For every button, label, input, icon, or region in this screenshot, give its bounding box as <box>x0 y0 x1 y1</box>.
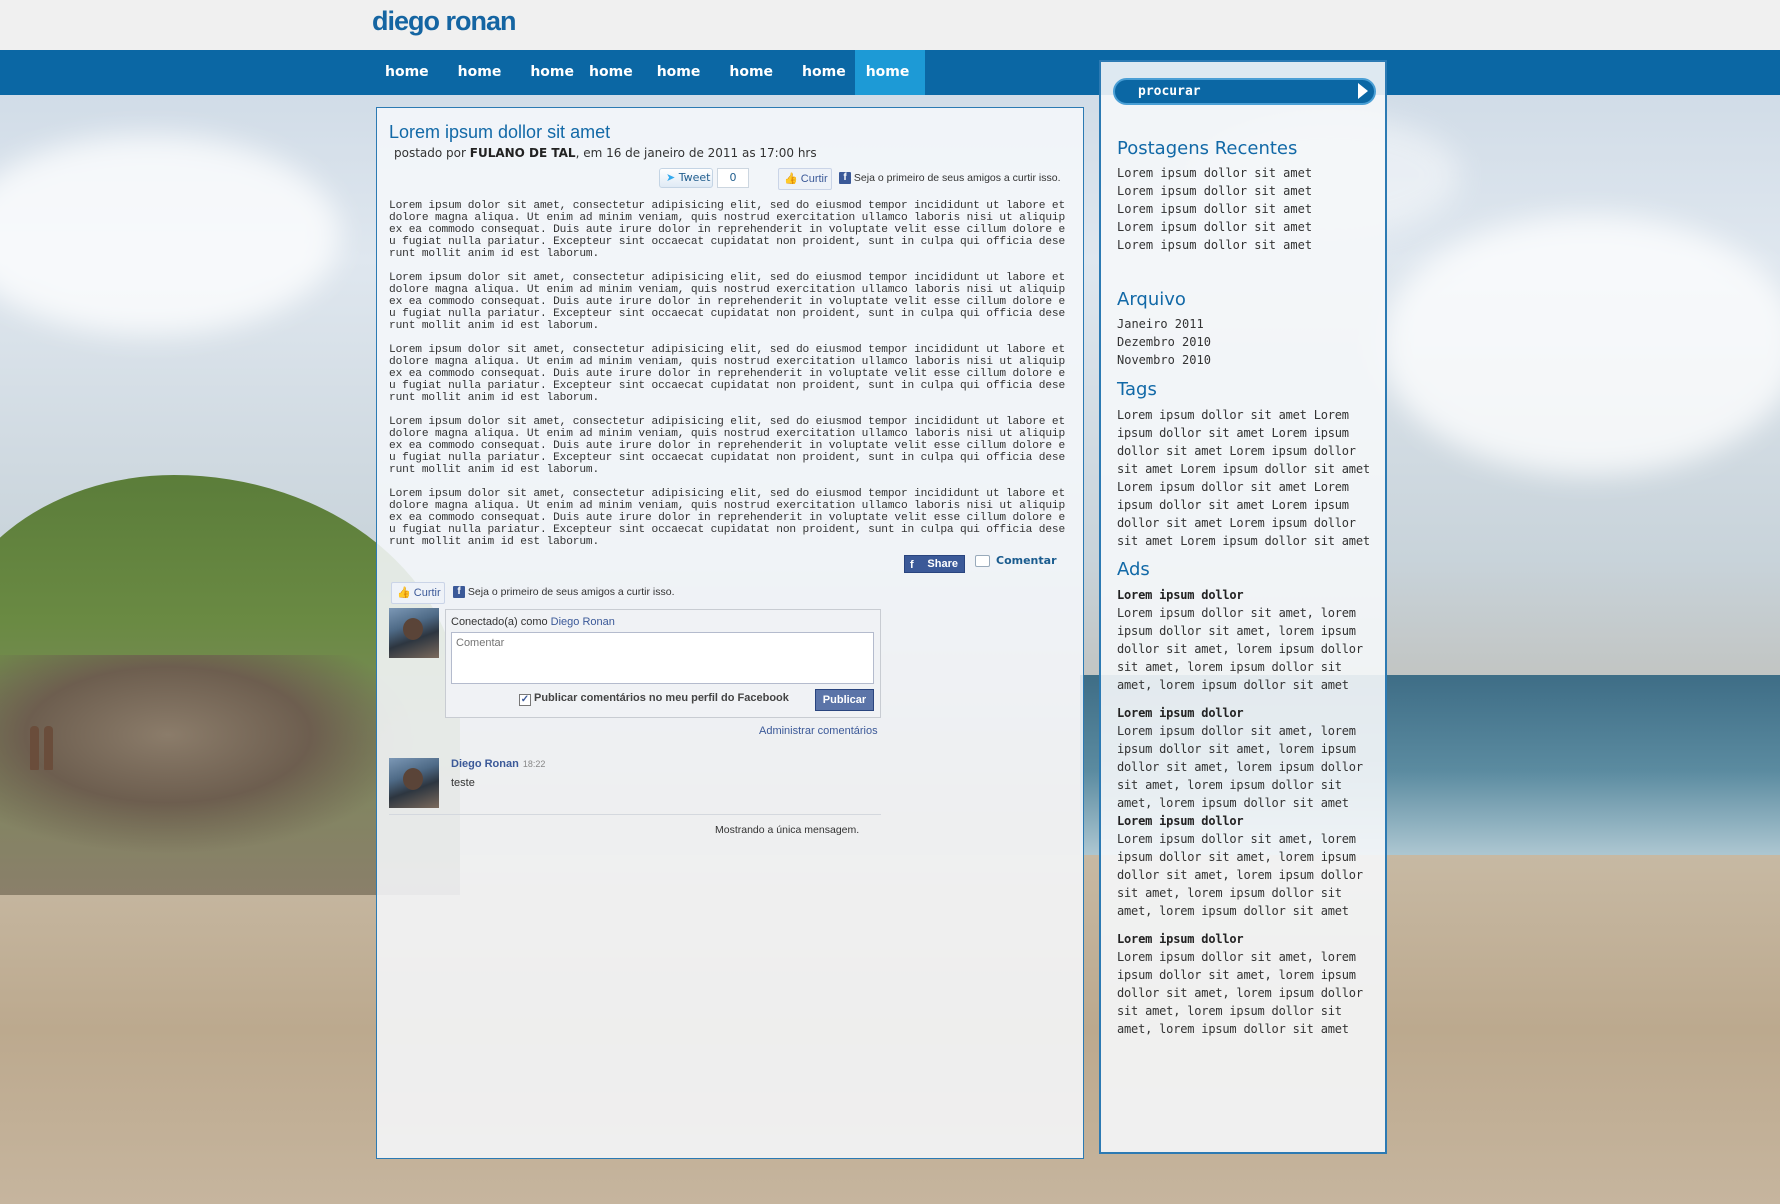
comments-like-social-text: f Seja o primeiro de seus amigos a curti… <box>453 586 675 599</box>
ad-title[interactable]: Lorem ipsum dollor <box>1117 586 1377 604</box>
like-label: Curtir <box>413 587 441 599</box>
recent-post-link[interactable]: Lorem ipsum dollor sit amet <box>1117 164 1377 182</box>
like-social-text: f Seja o primeiro de seus amigos a curti… <box>839 172 1061 185</box>
nav-item-home-2[interactable]: home <box>438 50 511 95</box>
archive-list: Janeiro 2011 Dezembro 2010 Novembro 2010 <box>1117 315 1377 369</box>
nav-item-home-7[interactable]: home <box>782 50 855 95</box>
avatar <box>389 608 439 658</box>
nav-item-home-active[interactable]: home <box>854 50 926 95</box>
tags-heading: Tags <box>1117 379 1157 400</box>
facebook-like-button[interactable]: 👍 Curtir <box>778 168 832 190</box>
top-bar: diego ronan <box>0 0 1780 50</box>
connected-user-link[interactable]: Diego Ronan <box>551 616 615 628</box>
twitter-bird-icon: ➤ <box>666 171 676 184</box>
ads-heading: Ads <box>1117 559 1150 580</box>
recent-posts-list: Lorem ipsum dollor sit amet Lorem ipsum … <box>1117 164 1377 254</box>
tweet-label: Tweet <box>678 171 711 184</box>
facebook-icon: f <box>453 586 465 599</box>
tweet-button[interactable]: ➤ Tweet <box>659 168 713 188</box>
nav-item-home-6[interactable]: home <box>709 50 782 95</box>
main-nav: home home home home home home home home <box>376 50 926 95</box>
sidebar: procurar Postagens Recentes Lorem ipsum … <box>1099 60 1387 1154</box>
ad-body: Lorem ipsum dollor sit amet, lorem ipsum… <box>1117 832 1363 918</box>
post-body: Lorem ipsum dolor sit amet, consectetur … <box>389 200 1069 560</box>
ad-body: Lorem ipsum dollor sit amet, lorem ipsum… <box>1117 606 1363 692</box>
recent-post-link[interactable]: Lorem ipsum dollor sit amet <box>1117 218 1377 236</box>
comment-text: teste <box>451 777 475 789</box>
connected-prefix: Conectado(a) como <box>451 616 551 628</box>
facebook-like-button-comments[interactable]: 👍 Curtir <box>391 582 445 604</box>
people-on-beach <box>26 720 62 770</box>
share-label: Share <box>927 558 958 570</box>
divider <box>389 814 881 815</box>
post-meta-prefix: postado por <box>394 146 470 160</box>
search-bar[interactable]: procurar <box>1113 78 1376 105</box>
thumbs-up-icon: 👍 <box>784 173 798 185</box>
post-meta-suffix: , em 16 de janeiro de 2011 as 17:00 hrs <box>575 146 817 160</box>
nav-item-home-4[interactable]: home <box>583 50 642 95</box>
comments-count-footer: Mostrando a única mensagem. <box>715 824 860 836</box>
site-logo[interactable]: diego ronan <box>372 6 516 37</box>
like-label: Curtir <box>800 173 828 185</box>
post-meta: postado por FULANO DE TAL, em 16 de jane… <box>394 146 817 160</box>
post-paragraph: Lorem ipsum dolor sit amet, consectetur … <box>389 200 1066 260</box>
post-paragraph: Lorem ipsum dolor sit amet, consectetur … <box>389 416 1066 476</box>
recent-post-link[interactable]: Lorem ipsum dollor sit amet <box>1117 200 1377 218</box>
facebook-share-button[interactable]: f Share <box>904 555 965 573</box>
comment-link[interactable]: Comentar <box>975 554 1057 567</box>
comment-link-label: Comentar <box>996 554 1057 567</box>
like-social-label: Seja o primeiro de seus amigos a curtir … <box>853 172 1061 184</box>
ad-title[interactable]: Lorem ipsum dollor <box>1117 704 1377 722</box>
archive-heading: Arquivo <box>1117 289 1186 310</box>
comment-avatar <box>389 758 439 808</box>
post-paragraph: Lorem ipsum dolor sit amet, consectetur … <box>389 488 1066 548</box>
archive-link[interactable]: Janeiro 2011 <box>1117 315 1377 333</box>
tags-cloud[interactable]: Lorem ipsum dollor sit amet Lorem ipsum … <box>1117 406 1377 550</box>
comment-input[interactable] <box>451 632 874 684</box>
post-title[interactable]: Lorem ipsum dollor sit amet <box>389 122 610 143</box>
search-label: procurar <box>1138 84 1201 99</box>
recent-post-link[interactable]: Lorem ipsum dollor sit amet <box>1117 236 1377 254</box>
comments-like-social-label: Seja o primeiro de seus amigos a curtir … <box>467 586 675 598</box>
post-author: FULANO DE TAL <box>469 146 576 160</box>
manage-comments-link[interactable]: Administrar comentários <box>759 725 878 737</box>
publish-to-facebook-checkbox[interactable]: ✓ Publicar comentários no meu perfil do F… <box>519 692 789 706</box>
ads-list: Lorem ipsum dollor Lorem ipsum dollor si… <box>1117 586 1377 1048</box>
arrow-right-icon[interactable] <box>1358 83 1368 99</box>
ad-body: Lorem ipsum dollor sit amet, lorem ipsum… <box>1117 950 1363 1036</box>
post-paragraph: Lorem ipsum dolor sit amet, consectetur … <box>389 344 1066 404</box>
comment-author: Diego Ronan 18:22 <box>451 758 545 770</box>
ad-body: Lorem ipsum dollor sit amet, lorem ipsum… <box>1117 724 1363 810</box>
facebook-icon: f <box>910 559 914 571</box>
nav-item-home-3[interactable]: home <box>510 50 583 95</box>
recent-post-link[interactable]: Lorem ipsum dollor sit amet <box>1117 182 1377 200</box>
checkbox-checked-icon[interactable]: ✓ <box>519 694 531 706</box>
comment-form: Conectado(a) como Diego Ronan ✓Publicar … <box>445 609 881 718</box>
publish-button[interactable]: Publicar <box>815 689 874 711</box>
nav-item-home-5[interactable]: home <box>642 50 710 95</box>
comment-author-name[interactable]: Diego Ronan <box>451 758 519 770</box>
publish-checkbox-label: Publicar comentários no meu perfil do Fa… <box>534 692 789 704</box>
connected-as: Conectado(a) como Diego Ronan <box>451 616 615 628</box>
recent-posts-heading: Postagens Recentes <box>1117 138 1298 159</box>
nav-item-home-1[interactable]: home <box>376 50 438 95</box>
archive-link[interactable]: Novembro 2010 <box>1117 351 1377 369</box>
tweet-count: 0 <box>717 168 749 188</box>
main-content: Lorem ipsum dollor sit amet postado por … <box>376 107 1084 1159</box>
ad-title[interactable]: Lorem ipsum dollor <box>1117 930 1377 948</box>
main-nav-bar: home home home home home home home home <box>0 50 1780 95</box>
post-paragraph: Lorem ipsum dolor sit amet, consectetur … <box>389 272 1066 332</box>
speech-bubble-icon <box>975 555 990 567</box>
ad-title[interactable]: Lorem ipsum dollor <box>1117 812 1377 830</box>
facebook-icon: f <box>839 172 851 185</box>
comment-time: 18:22 <box>522 759 546 769</box>
archive-link[interactable]: Dezembro 2010 <box>1117 333 1377 351</box>
thumbs-up-icon: 👍 <box>397 587 411 599</box>
